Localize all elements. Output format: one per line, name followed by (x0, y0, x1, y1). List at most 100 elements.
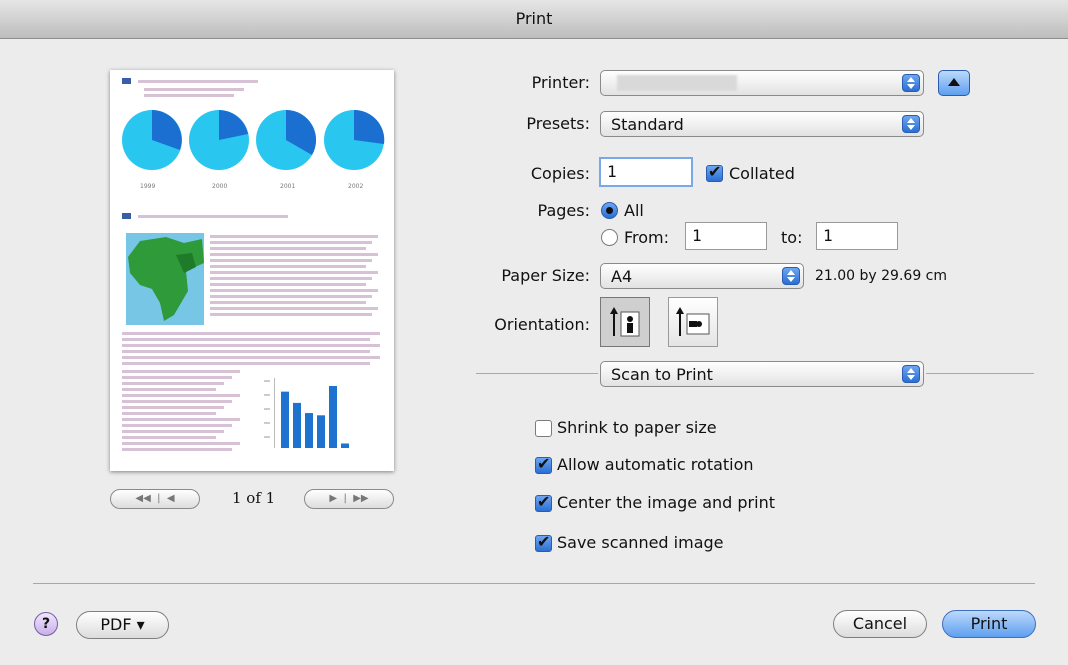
print-preview: 1999 2000 2001 2002 (110, 70, 394, 471)
orientation-portrait-button[interactable] (600, 297, 650, 347)
portrait-icon (610, 307, 640, 337)
preview-nav-forward[interactable]: ▶ | ▶▶ (304, 489, 394, 509)
preview-text-line (210, 265, 366, 268)
preview-text-line (122, 418, 240, 421)
collated-label: Collated (729, 164, 795, 183)
preview-text-line (122, 430, 224, 433)
pages-from-label: From: (624, 228, 670, 247)
printer-name (617, 75, 737, 91)
preview-text-line (210, 277, 372, 280)
paper-dimensions: 21.00 by 29.69 cm (815, 268, 948, 284)
popup-arrows-icon (902, 74, 920, 92)
preview-text-line (122, 442, 240, 445)
paper-size-value: A4 (611, 267, 633, 286)
preview-text-line (122, 412, 216, 415)
copies-label: Copies: (530, 164, 590, 183)
preview-bar (329, 386, 337, 448)
preview-bar-chart (264, 378, 349, 448)
shrink-checkbox[interactable] (535, 420, 552, 437)
orientation-label: Orientation: (494, 315, 590, 334)
preview-text-line (210, 301, 366, 304)
collated-checkbox[interactable] (706, 162, 723, 182)
save-scanned-label: Save scanned image (557, 533, 724, 552)
help-button[interactable]: ? (34, 612, 58, 636)
preview-text-line (122, 344, 380, 347)
cancel-button[interactable]: Cancel (833, 610, 927, 638)
presets-popup[interactable]: Standard (600, 111, 924, 137)
preview-bar (305, 413, 313, 448)
preview-text-line (122, 406, 224, 409)
shrink-label: Shrink to paper size (557, 418, 717, 437)
preview-text-line (122, 424, 232, 427)
printer-popup[interactable] (600, 70, 924, 96)
preview-bar (317, 415, 325, 448)
pages-from-radio[interactable] (601, 229, 618, 246)
preview-text-line (210, 259, 372, 262)
pie-label: 2002 (348, 183, 364, 190)
preview-text-line (210, 307, 378, 310)
print-button[interactable]: Print (942, 610, 1036, 638)
preview-text-line (210, 247, 366, 250)
preview-bar (293, 402, 301, 448)
preview-text-line (210, 253, 378, 256)
preview-text-line (138, 215, 288, 218)
preview-text-line (122, 356, 380, 359)
pages-label: Pages: (537, 201, 590, 220)
pdf-menu-button[interactable]: PDF ▾ (76, 611, 169, 639)
save-scanned-checkbox[interactable] (535, 532, 552, 552)
preview-bullet (122, 213, 131, 219)
section-value: Scan to Print (611, 365, 713, 384)
preview-bar (281, 391, 289, 448)
paper-size-popup[interactable]: A4 (600, 263, 804, 289)
presets-label: Presets: (526, 114, 590, 133)
printer-label: Printer: (531, 73, 590, 92)
preview-text-line (144, 94, 234, 97)
preview-text-line (210, 235, 378, 238)
disclosure-triangle-icon (948, 78, 960, 86)
preview-text-line (122, 436, 216, 439)
section-popup[interactable]: Scan to Print (600, 361, 924, 387)
preview-text-line (138, 80, 258, 83)
preview-text-line (122, 382, 224, 385)
preview-text-line (122, 332, 380, 335)
pages-all-radio[interactable] (601, 202, 618, 219)
popup-arrows-icon (902, 115, 920, 133)
preview-text-line (122, 362, 370, 365)
popup-arrows-icon (902, 365, 920, 383)
section-divider (926, 373, 1034, 374)
preview-nav-back[interactable]: ◀◀ | ◀ (110, 489, 200, 509)
pages-from-field[interactable]: 1 (685, 222, 767, 250)
preview-axis (264, 378, 275, 448)
pie-label: 1999 (140, 183, 156, 190)
section-divider (476, 373, 598, 374)
preview-text-line (122, 338, 370, 341)
preview-text-line (122, 448, 232, 451)
pie-label: 2000 (212, 183, 228, 190)
preview-text-line (144, 88, 244, 91)
preview-text-line (210, 241, 372, 244)
landscape-icon (676, 307, 710, 336)
window-title: Print (0, 0, 1068, 39)
pages-to-field[interactable]: 1 (816, 222, 898, 250)
preview-text-line (210, 313, 372, 316)
preview-text-line (122, 350, 370, 353)
pages-to-label: to: (781, 228, 803, 247)
disclosure-button[interactable] (938, 70, 970, 96)
auto-rotation-checkbox[interactable] (535, 454, 552, 474)
orientation-landscape-button[interactable] (668, 297, 718, 347)
preview-text-line (122, 388, 216, 391)
preview-bullet (122, 78, 131, 84)
presets-value: Standard (611, 115, 684, 134)
preview-text-line (210, 271, 378, 274)
preview-text-line (210, 295, 372, 298)
preview-text-line (122, 400, 232, 403)
copies-field[interactable]: 1 (599, 157, 693, 187)
preview-text-line (210, 283, 366, 286)
preview-bar (341, 443, 349, 448)
paper-size-label: Paper Size: (501, 266, 590, 285)
center-image-checkbox[interactable] (535, 492, 552, 512)
preview-text-line (210, 289, 378, 292)
page-indicator: 1 of 1 (232, 489, 276, 507)
preview-map (126, 233, 204, 325)
auto-rotation-label: Allow automatic rotation (557, 455, 754, 474)
